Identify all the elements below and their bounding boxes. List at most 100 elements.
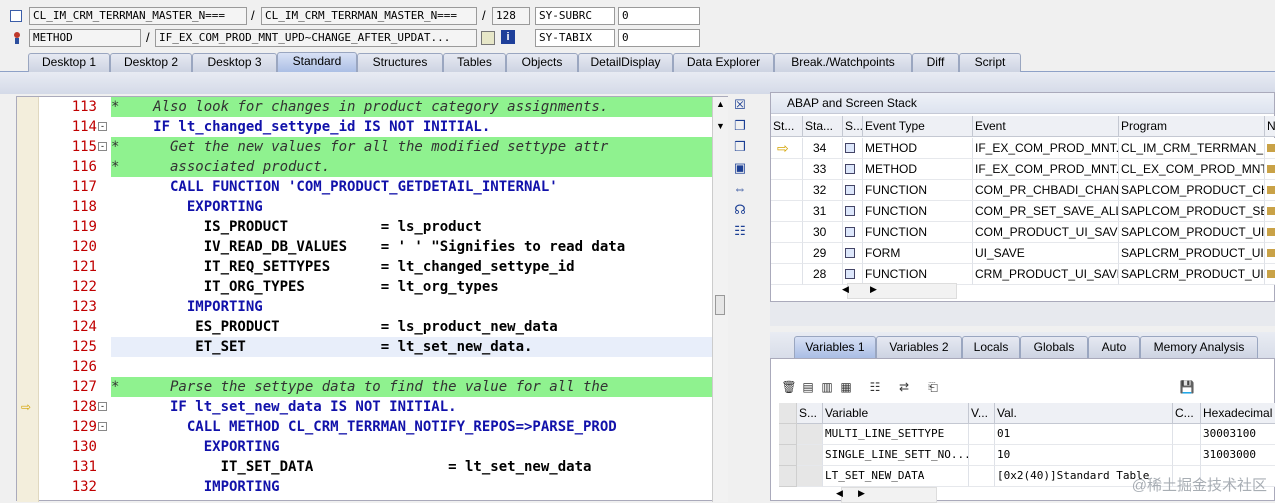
hierarchy-icon[interactable]: ☷ xyxy=(867,379,883,395)
stack-program[interactable]: SAPLCRM_PRODUCT_UI... xyxy=(1119,243,1265,264)
stack-program[interactable]: SAPLCRM_PRODUCT_UI... xyxy=(1119,264,1265,285)
code-line[interactable]: ET_SET = lt_set_new_data. xyxy=(111,337,712,357)
change-cell[interactable] xyxy=(969,466,995,487)
code-line[interactable]: IS_PRODUCT = ls_product xyxy=(111,217,712,237)
source-icon[interactable] xyxy=(843,243,863,264)
scroll-down-icon[interactable]: ▼ xyxy=(716,121,725,131)
stack-event[interactable]: COM_PR_CHBADI_CHAN... xyxy=(973,180,1119,201)
code-line[interactable]: EXPORTING xyxy=(111,197,712,217)
tab-structures[interactable]: Structures xyxy=(357,53,443,72)
code-line[interactable]: IF lt_set_new_data IS NOT INITIAL. xyxy=(111,397,712,417)
fold-toggle-icon[interactable]: - xyxy=(97,417,111,437)
stack-level[interactable]: 30 xyxy=(803,222,843,243)
fold-toggle-icon[interactable]: - xyxy=(97,137,111,157)
import-icon[interactable]: ▤ xyxy=(800,379,816,395)
code-line[interactable]: IT_ORG_TYPES = lt_org_types xyxy=(111,277,712,297)
scroll-right-icon[interactable]: ▶ xyxy=(858,488,865,499)
stack-program[interactable]: CL_IM_CRM_TERRMAN_... xyxy=(1119,138,1265,159)
vars-column-header[interactable]: Variable xyxy=(823,403,969,424)
stack-level[interactable]: 34 xyxy=(803,138,843,159)
stack-level[interactable]: 33 xyxy=(803,159,843,180)
vars-column-header[interactable]: C... xyxy=(1173,403,1201,424)
fold-toggle-icon[interactable]: - xyxy=(97,117,111,137)
stack-event-type[interactable]: METHOD xyxy=(863,159,973,180)
stack-event-type[interactable]: FORM xyxy=(863,243,973,264)
row-selector[interactable] xyxy=(779,445,797,466)
scroll-right-icon[interactable]: ▶ xyxy=(870,284,877,295)
code-line[interactable]: IT_REQ_SETTYPES = lt_changed_settype_id xyxy=(111,257,712,277)
source-code-editor[interactable]: ⇨ 113 * Also look for changes in product … xyxy=(16,96,728,502)
stack-program[interactable]: SAPLCOM_PRODUCT_SET xyxy=(1119,201,1265,222)
goto-icon[interactable] xyxy=(1265,222,1275,243)
tab-memory-analysis[interactable]: Memory Analysis xyxy=(1140,336,1258,358)
change-indicator[interactable] xyxy=(1173,424,1201,445)
stack-level[interactable]: 28 xyxy=(803,264,843,285)
variable-name[interactable]: SINGLE_LINE_SETT_NO... xyxy=(823,445,969,466)
stack-event[interactable]: IF_EX_COM_PROD_MNT... xyxy=(973,159,1119,180)
tab-tables[interactable]: Tables xyxy=(443,53,506,72)
panel-splitter[interactable] xyxy=(770,302,1275,326)
stack-event[interactable]: CRM_PRODUCT_UI_SAVE xyxy=(973,264,1119,285)
row-selector[interactable] xyxy=(779,466,797,487)
code-line[interactable]: ES_PRODUCT = ls_product_new_data xyxy=(111,317,712,337)
stack-event-type[interactable]: FUNCTION xyxy=(863,201,973,222)
source-icon[interactable] xyxy=(843,222,863,243)
vars-column-header[interactable]: V... xyxy=(969,403,995,424)
status-cell[interactable] xyxy=(797,445,823,466)
source-icon[interactable] xyxy=(843,180,863,201)
event-field[interactable]: IF_EX_COM_PROD_MNT_UPD~CHANGE_AFTER_UPDA… xyxy=(155,29,477,47)
line-field[interactable]: 128 xyxy=(492,7,530,25)
stack-row-marker[interactable]: ⇨ xyxy=(771,138,803,159)
export-icon[interactable]: ▥ xyxy=(819,379,835,395)
tab-desktop-3[interactable]: Desktop 3 xyxy=(192,53,277,72)
tab-break-watchpoints[interactable]: Break./Watchpoints xyxy=(774,53,912,72)
stack-column-header[interactable]: Program xyxy=(1119,116,1265,137)
delete-icon[interactable]: 🗑 xyxy=(781,379,797,395)
stack-event[interactable]: IF_EX_COM_PROD_MNT... xyxy=(973,138,1119,159)
save-icon[interactable]: 💾 xyxy=(1179,379,1195,395)
code-line[interactable]: * Also look for changes in product categ… xyxy=(111,97,712,117)
scroll-left-icon[interactable]: ◀ xyxy=(842,284,849,295)
status-cell[interactable] xyxy=(797,424,823,445)
stack-row-marker[interactable] xyxy=(771,180,803,201)
scroll-up-icon[interactable]: ▲ xyxy=(716,99,725,109)
code-line[interactable]: CALL FUNCTION 'COM_PRODUCT_GETDETAIL_INT… xyxy=(111,177,712,197)
stack-horizontal-scrollbar[interactable]: ◀ ▶ xyxy=(842,283,957,299)
goto-icon[interactable] xyxy=(1265,201,1275,222)
settings-icon[interactable]: ☷ xyxy=(731,222,749,240)
code-line[interactable] xyxy=(111,357,712,377)
code-line[interactable]: * associated product. xyxy=(111,157,712,177)
stack-event-type[interactable]: FUNCTION xyxy=(863,222,973,243)
status-cell[interactable] xyxy=(797,466,823,487)
folder-icon[interactable]: ⎗ xyxy=(925,379,941,395)
tab-standard[interactable]: Standard xyxy=(277,52,357,73)
tab-data-explorer[interactable]: Data Explorer xyxy=(673,53,774,72)
tab-globals[interactable]: Globals xyxy=(1020,336,1088,358)
new-tool-icon[interactable]: ❐ xyxy=(731,117,749,135)
stack-column-header[interactable]: Event Type xyxy=(863,116,973,137)
tab-objects[interactable]: Objects xyxy=(506,53,578,72)
variable-name[interactable]: MULTI_LINE_SETTYPE xyxy=(823,424,969,445)
stack-event-type[interactable]: FUNCTION xyxy=(863,180,973,201)
tab-diff[interactable]: Diff xyxy=(912,53,959,72)
include-field[interactable]: CL_IM_CRM_TERRMAN_MASTER_N=== xyxy=(261,7,477,25)
code-line[interactable]: * Parse the settype data to find the val… xyxy=(111,377,712,397)
code-line[interactable]: IF lt_changed_settype_id IS NOT INITIAL. xyxy=(111,117,712,137)
save-layout-icon[interactable]: ▦ xyxy=(838,379,854,395)
tab-desktop-1[interactable]: Desktop 1 xyxy=(28,53,110,72)
sy-tabix-value[interactable]: 0 xyxy=(618,29,700,47)
tab-desktop-2[interactable]: Desktop 2 xyxy=(110,53,192,72)
change-cell[interactable] xyxy=(969,424,995,445)
stack-row-marker[interactable] xyxy=(771,264,803,285)
stack-level[interactable]: 29 xyxy=(803,243,843,264)
stack-row-marker[interactable] xyxy=(771,222,803,243)
change-indicator[interactable] xyxy=(1173,445,1201,466)
goto-icon[interactable] xyxy=(1265,243,1275,264)
row-selector[interactable] xyxy=(779,424,797,445)
code-line[interactable]: IV_READ_DB_VALUES = ' ' "Signifies to re… xyxy=(111,237,712,257)
editor-vertical-scrollbar[interactable]: ▲ ▼ xyxy=(712,97,728,502)
stack-column-header[interactable]: St... xyxy=(771,116,803,137)
full-screen-icon[interactable]: ▣ xyxy=(731,159,749,177)
vars-column-header[interactable]: S... xyxy=(797,403,823,424)
stack-event[interactable]: COM_PRODUCT_UI_SAVE xyxy=(973,222,1119,243)
